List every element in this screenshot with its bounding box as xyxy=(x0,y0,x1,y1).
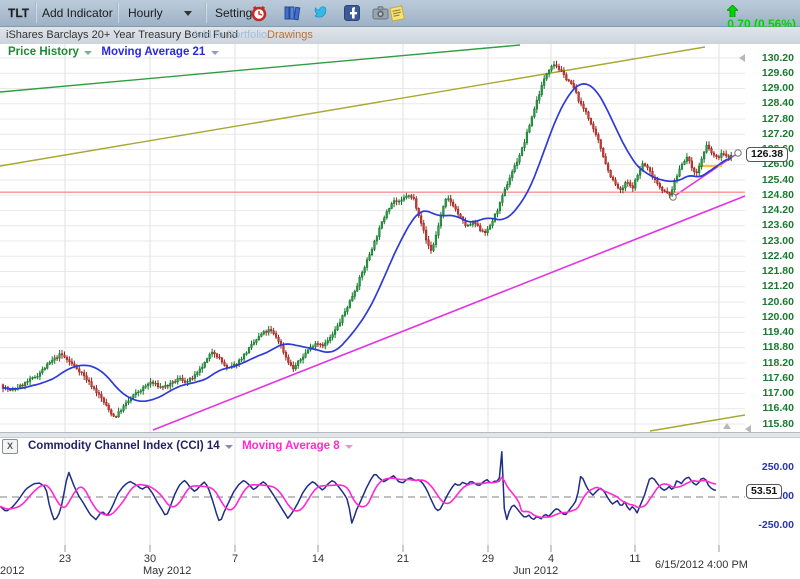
symbol-info-bar: iShares Barclays 20+ Year Treasury Bond … xyxy=(0,27,800,45)
price-axis-label: 122.40 xyxy=(744,250,800,262)
price-axis-label: 124.80 xyxy=(744,189,800,201)
main-toolbar: TLT Add Indicator Hourly Settings 0.70 (… xyxy=(0,0,800,27)
drawings-menu[interactable]: Drawings xyxy=(267,29,313,41)
last-price-box: 126.38 xyxy=(746,147,788,162)
cci-axis-label: 250.00 xyxy=(740,461,800,473)
price-axis-label: 128.40 xyxy=(744,97,800,109)
ma8-dropdown[interactable]: Moving Average 8 xyxy=(242,440,353,452)
month-label: 2012 xyxy=(0,565,24,577)
price-axis-label: 129.00 xyxy=(744,82,800,94)
add-to-portfolio-link[interactable]: Add to Portfolio xyxy=(192,29,267,41)
close-icon[interactable]: X xyxy=(2,439,18,454)
price-axis-label: 129.60 xyxy=(744,67,800,79)
scroll-right-arrow[interactable] xyxy=(745,425,751,433)
price-pane-header: Price History Moving Average 21 xyxy=(8,46,225,58)
price-axis-label: 117.60 xyxy=(744,372,800,384)
cci-line xyxy=(0,452,716,523)
date-tick-label: 4 xyxy=(531,553,571,565)
time-axis: 23 30 7 14 21 29 4 11 2012 May 2012 Jun 2012 6/15/… xyxy=(0,545,800,579)
cci-axis-label: -250.00 xyxy=(740,519,800,531)
add-indicator-button[interactable]: Add Indicator xyxy=(42,6,113,20)
month-label: Jun 2012 xyxy=(513,565,558,577)
cci-value-box: 53.51 xyxy=(746,484,782,499)
price-axis-label: 123.60 xyxy=(744,219,800,231)
cci-dropdown[interactable]: Commodity Channel Index (CCI) 14 xyxy=(28,440,233,452)
facebook-icon[interactable] xyxy=(343,4,361,22)
price-axis-label: 123.00 xyxy=(744,235,800,247)
price-axis-label: 117.00 xyxy=(744,387,800,399)
date-tick-label: 29 xyxy=(468,553,508,565)
price-axis-label: 127.20 xyxy=(744,128,800,140)
price-chart-pane[interactable]: Price History Moving Average 21 130.20 12… xyxy=(0,44,800,432)
date-tick-label: 11 xyxy=(615,553,655,565)
chevron-down-icon[interactable] xyxy=(184,11,192,16)
library-icon[interactable] xyxy=(283,4,301,22)
price-axis-label: 127.80 xyxy=(744,113,800,125)
toolbar-divider xyxy=(117,3,119,23)
price-axis-label: 124.20 xyxy=(744,204,800,216)
symbol-label: TLT xyxy=(8,6,29,20)
notes-icon[interactable] xyxy=(388,4,406,22)
price-axis-label: 125.40 xyxy=(744,174,800,186)
price-axis-label: 119.40 xyxy=(744,326,800,338)
price-history-dropdown[interactable]: Price History xyxy=(8,46,92,58)
month-label: May 2012 xyxy=(143,565,191,577)
twitter-icon[interactable] xyxy=(313,4,331,22)
price-axis-label: 120.60 xyxy=(744,296,800,308)
price-axis-label: 115.80 xyxy=(744,418,800,430)
date-tick-label: 7 xyxy=(215,553,255,565)
time-axis-ticks xyxy=(0,545,800,553)
price-chart-canvas[interactable] xyxy=(0,44,745,432)
price-axis-label: 118.20 xyxy=(744,357,800,369)
timeframe-dropdown[interactable]: Hourly xyxy=(128,6,163,20)
cci-ma8-line xyxy=(0,477,716,517)
ma21-dropdown[interactable]: Moving Average 21 xyxy=(101,46,218,58)
scroll-left-arrow[interactable] xyxy=(739,54,745,62)
up-arrow-icon xyxy=(727,5,738,17)
cci-chart-canvas[interactable] xyxy=(0,438,745,545)
toolbar-divider xyxy=(35,3,37,23)
price-axis-label: 118.80 xyxy=(744,341,800,353)
price-axis-label: 121.80 xyxy=(744,265,800,277)
cci-pane-header: Commodity Channel Index (CCI) 14 Moving … xyxy=(28,440,359,452)
toolbar-divider xyxy=(205,3,207,23)
resize-up-arrow[interactable] xyxy=(723,423,731,429)
date-tick-label: 21 xyxy=(383,553,423,565)
mid-channel-olive xyxy=(0,47,705,166)
price-axis-label: 130.20 xyxy=(744,52,800,64)
date-tick-label: 23 xyxy=(45,553,85,565)
cci-indicator-pane[interactable]: X Commodity Channel Index (CCI) 14 Movin… xyxy=(0,438,800,545)
price-axis-label: 116.40 xyxy=(744,402,800,414)
date-tick-label: 30 xyxy=(130,553,170,565)
chart-application: { "toolbar": { "symbol": "TLT", "add_ind… xyxy=(0,0,800,579)
candles xyxy=(2,61,732,418)
date-tick-label: 14 xyxy=(298,553,338,565)
alarm-icon[interactable] xyxy=(250,4,268,22)
price-axis-label: 121.20 xyxy=(744,280,800,292)
last-bar-timestamp: 6/15/2012 4:00 PM xyxy=(655,559,748,571)
price-axis-label: 120.00 xyxy=(744,311,800,323)
lower-channel-magenta xyxy=(153,196,745,430)
ma21-line xyxy=(3,84,731,401)
